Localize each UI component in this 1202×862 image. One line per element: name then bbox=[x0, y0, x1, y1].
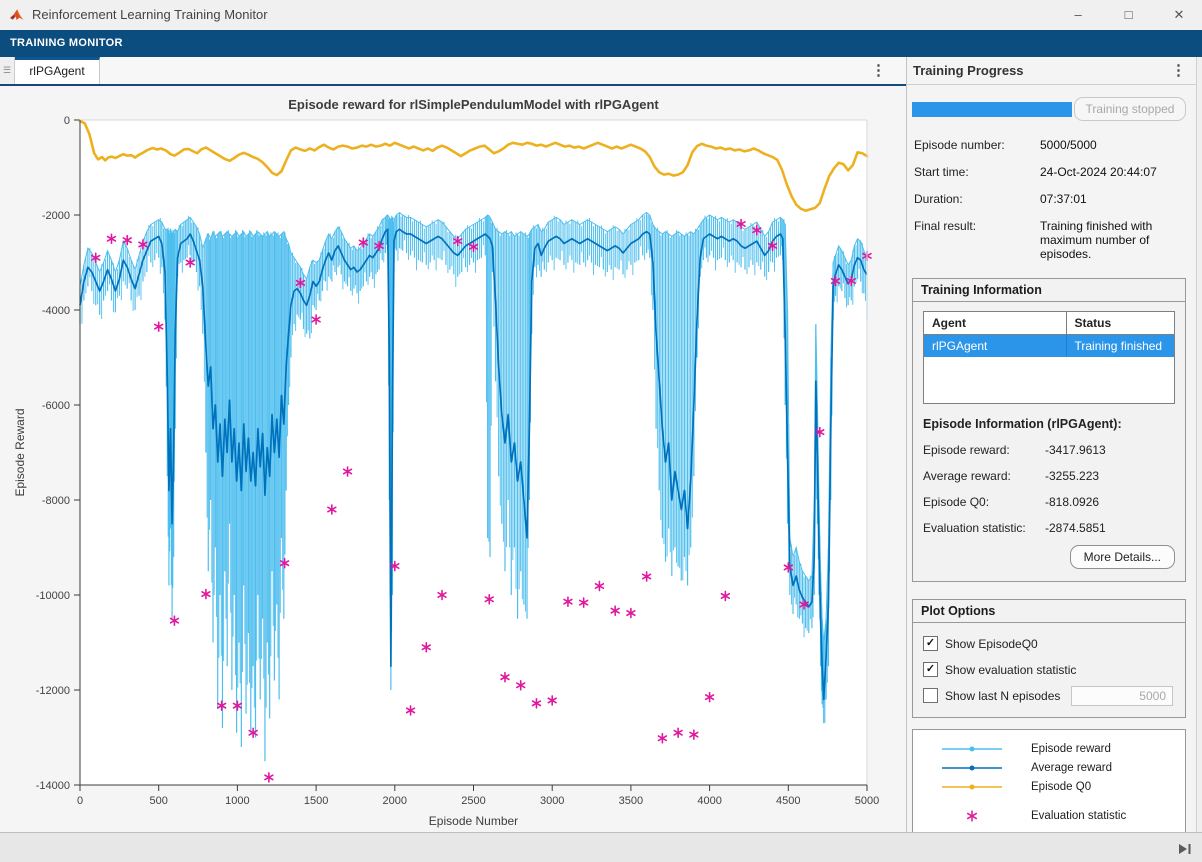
average-reward-line-icon bbox=[913, 762, 1031, 774]
legend-episode-q0: Episode Q0 bbox=[913, 777, 1185, 796]
svg-text:4500: 4500 bbox=[776, 795, 800, 807]
final-result-row: Final result: Training finished with max… bbox=[914, 219, 1186, 261]
status-bar bbox=[0, 832, 1202, 862]
ribbon-tab-training-monitor[interactable]: TRAINING MONITOR bbox=[0, 30, 133, 57]
agent-table-row[interactable]: rlPGAgent Training finished bbox=[924, 335, 1175, 358]
svg-text:3000: 3000 bbox=[540, 795, 564, 807]
app-window: Reinforcement Learning Training Monitor … bbox=[0, 0, 1202, 862]
episode-q0-row: Episode Q0: -818.0926 bbox=[923, 495, 1175, 509]
episode-reward-row: Episode reward: -3417.9613 bbox=[923, 443, 1175, 457]
episode-reward-chart: 0 -2000 -4000 -6000 -8000 -10000 -12000 -14000 0… bbox=[0, 86, 906, 832]
show-episodeq0-checkbox[interactable]: ✓ bbox=[923, 636, 938, 651]
document-tab-bar: ☰ rlPGAgent ⋮ bbox=[0, 57, 906, 84]
svg-text:-4000: -4000 bbox=[42, 305, 70, 317]
training-progress-panel: Training Progress ⋮ Training stopped Epi… bbox=[906, 57, 1196, 832]
section-title: Plot Options bbox=[913, 600, 1185, 623]
panel-header: Training Progress ⋮ bbox=[907, 57, 1196, 85]
legend-evaluation-statistic: Evaluation statistic bbox=[913, 806, 1185, 825]
episode-information-title: Episode Information (rlPGAgent): bbox=[923, 417, 1175, 431]
panel-title: Training Progress bbox=[913, 57, 1024, 84]
chart-panel-menu-icon[interactable]: ⋮ bbox=[871, 57, 886, 84]
svg-text:2000: 2000 bbox=[383, 795, 407, 807]
svg-text:2500: 2500 bbox=[461, 795, 485, 807]
training-information-section: Training Information Agent Status rlPGAg… bbox=[912, 278, 1186, 582]
episode-reward-line-icon bbox=[913, 743, 1031, 755]
svg-text:3500: 3500 bbox=[619, 795, 643, 807]
panel-grip-icon[interactable]: ☰ bbox=[0, 57, 15, 84]
training-progress-bar bbox=[912, 102, 1072, 117]
minimize-icon[interactable]: – bbox=[1055, 0, 1101, 30]
window-title: Reinforcement Learning Training Monitor bbox=[32, 7, 268, 22]
matlab-logo-icon bbox=[9, 7, 25, 23]
show-last-n-episodes-checkbox[interactable] bbox=[923, 688, 938, 703]
duration-row: Duration: 07:37:01 bbox=[914, 192, 1186, 206]
svg-text:1000: 1000 bbox=[225, 795, 249, 807]
empty-table-area bbox=[924, 357, 1175, 404]
episode-number-row: Episode number: 5000/5000 bbox=[914, 138, 1186, 152]
svg-text:4000: 4000 bbox=[697, 795, 721, 807]
svg-text:Episode Number: Episode Number bbox=[429, 814, 518, 828]
svg-text:-14000: -14000 bbox=[36, 780, 70, 792]
svg-text:-6000: -6000 bbox=[42, 400, 70, 412]
training-stopped-button[interactable]: Training stopped bbox=[1074, 97, 1186, 121]
svg-text:-2000: -2000 bbox=[42, 210, 70, 222]
window-controls: – □ ✕ bbox=[1055, 0, 1202, 30]
more-details-button[interactable]: More Details... bbox=[1070, 545, 1175, 569]
show-episodeq0-option: ✓ Show EpisodeQ0 bbox=[923, 636, 1175, 651]
last-n-episodes-input[interactable] bbox=[1071, 686, 1173, 706]
svg-text:Episode reward for rlSimplePen: Episode reward for rlSimplePendulumModel… bbox=[288, 97, 659, 112]
chart-panel: 0 -2000 -4000 -6000 -8000 -10000 -12000 -14000 0… bbox=[0, 86, 906, 832]
column-header-status[interactable]: Status bbox=[1066, 312, 1175, 335]
maximize-icon[interactable]: □ bbox=[1106, 0, 1152, 30]
svg-text:-10000: -10000 bbox=[36, 590, 70, 602]
svg-text:-12000: -12000 bbox=[36, 685, 70, 697]
legend-episode-reward: Episode reward bbox=[913, 739, 1185, 758]
svg-text:Episode Reward: Episode Reward bbox=[13, 408, 27, 496]
title-bar: Reinforcement Learning Training Monitor … bbox=[0, 0, 1202, 31]
svg-text:0: 0 bbox=[64, 115, 70, 127]
start-time-row: Start time: 24-Oct-2024 20:44:07 bbox=[914, 165, 1186, 179]
toolstrip-ribbon: TRAINING MONITOR bbox=[0, 30, 1202, 57]
svg-text:-8000: -8000 bbox=[42, 495, 70, 507]
agent-status-table[interactable]: Agent Status rlPGAgent Training finished bbox=[923, 311, 1175, 404]
show-evaluation-statistic-option: ✓ Show evaluation statistic bbox=[923, 662, 1175, 677]
evaluation-statistic-asterisk-icon bbox=[913, 809, 1031, 823]
svg-text:0: 0 bbox=[77, 795, 83, 807]
legend-average-reward: Average reward bbox=[913, 758, 1185, 777]
average-reward-row: Average reward: -3255.223 bbox=[923, 469, 1175, 483]
section-title: Training Information bbox=[913, 279, 1185, 302]
evaluation-statistic-row: Evaluation statistic: -2874.5851 bbox=[923, 521, 1175, 535]
scrollbar-gutter[interactable] bbox=[1196, 57, 1202, 832]
progress-panel-menu-icon[interactable]: ⋮ bbox=[1171, 57, 1186, 84]
svg-text:5000: 5000 bbox=[855, 795, 879, 807]
column-header-agent[interactable]: Agent bbox=[924, 312, 1067, 335]
svg-text:1500: 1500 bbox=[304, 795, 328, 807]
skip-to-end-icon[interactable] bbox=[1178, 842, 1192, 860]
tab-rlpgagent[interactable]: rlPGAgent bbox=[15, 57, 100, 84]
show-last-n-episodes-option: Show last N episodes bbox=[923, 688, 1175, 703]
close-icon[interactable]: ✕ bbox=[1156, 0, 1202, 30]
plot-options-section: Plot Options ✓ Show EpisodeQ0 ✓ Show eva… bbox=[912, 599, 1186, 718]
chart-legend: Episode reward Average reward Episode Q0 bbox=[912, 729, 1186, 836]
svg-text:500: 500 bbox=[150, 795, 168, 807]
episode-q0-line-icon bbox=[913, 781, 1031, 793]
show-evaluation-statistic-checkbox[interactable]: ✓ bbox=[923, 662, 938, 677]
